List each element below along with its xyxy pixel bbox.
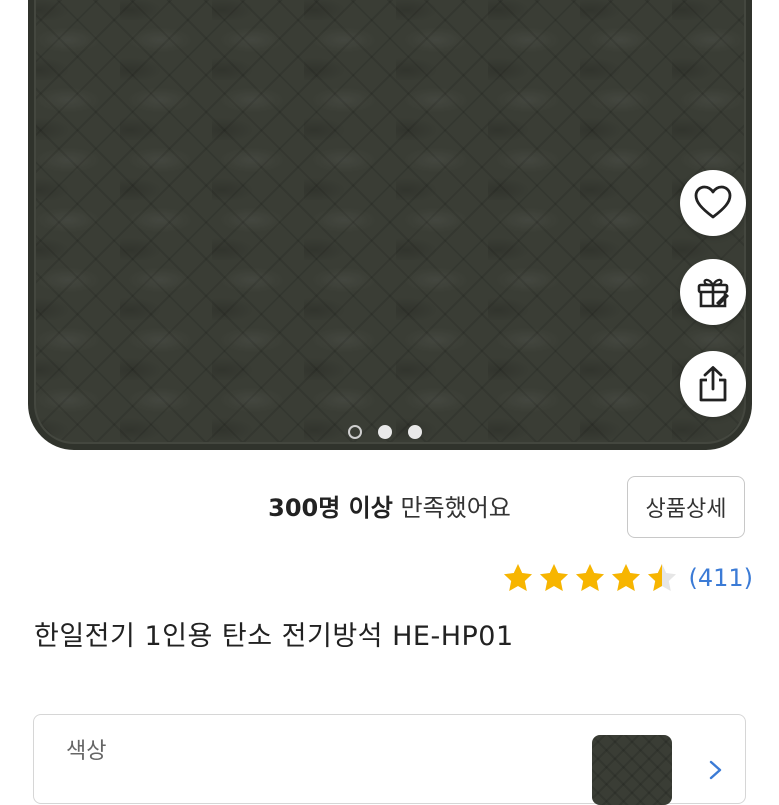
carousel-dot[interactable]: [408, 425, 422, 439]
share-icon: [699, 366, 727, 402]
star-icon: [538, 562, 570, 594]
like-button[interactable]: [680, 170, 746, 236]
star-rating: [502, 562, 678, 594]
satisfaction-rest: 만족했어요: [392, 494, 511, 522]
rating-summary[interactable]: (411): [502, 562, 753, 594]
option-thumbnail: [592, 735, 672, 805]
product-image: [28, 0, 752, 450]
review-count[interactable]: (411): [688, 564, 753, 592]
product-image-carousel[interactable]: [0, 0, 779, 452]
carousel-dot[interactable]: [348, 425, 362, 439]
option-label: 색상: [66, 739, 107, 764]
star-icon: [610, 562, 642, 594]
product-detail-button[interactable]: 상품상세: [627, 476, 745, 538]
product-title: 한일전기 1인용 탄소 전기방석 HE-HP01: [34, 621, 514, 652]
satisfaction-count: 300명 이상: [268, 494, 393, 522]
color-option-selector[interactable]: 색상: [33, 714, 746, 805]
share-button[interactable]: [680, 351, 746, 417]
carousel-indicator: [348, 425, 422, 439]
star-icon: [574, 562, 606, 594]
star-icon: [502, 562, 534, 594]
carousel-dot[interactable]: [378, 425, 392, 439]
gift-icon: [697, 278, 729, 308]
heart-icon: [694, 185, 732, 219]
gift-button[interactable]: [680, 259, 746, 325]
chevron-right-icon: [709, 760, 722, 780]
star-icon: [646, 562, 678, 594]
